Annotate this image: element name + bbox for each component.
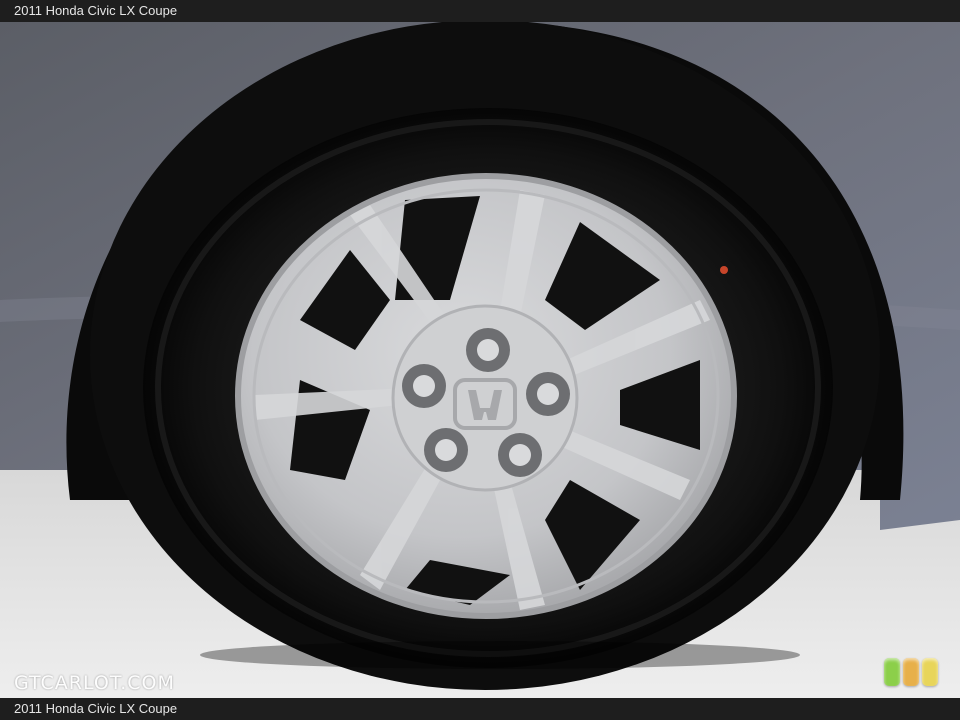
badge-yellow xyxy=(922,658,938,686)
photo-viewer: 2011 Honda Civic LX Coupe GTCARLOT.COM 2… xyxy=(0,0,960,720)
caption-bar-bottom: 2011 Honda Civic LX Coupe xyxy=(0,698,960,720)
traffic-light-badge-icon xyxy=(884,658,946,688)
wheel-cover xyxy=(235,173,737,619)
badge-green xyxy=(884,658,900,686)
site-watermark: GTCARLOT.COM xyxy=(14,672,175,694)
badge-orange xyxy=(903,658,919,686)
caption-bar-top: 2011 Honda Civic LX Coupe xyxy=(0,0,960,22)
caption-top: 2011 Honda Civic LX Coupe xyxy=(14,3,178,18)
wheel-photo xyxy=(0,22,960,698)
caption-bottom: 2011 Honda Civic LX Coupe xyxy=(14,701,178,716)
